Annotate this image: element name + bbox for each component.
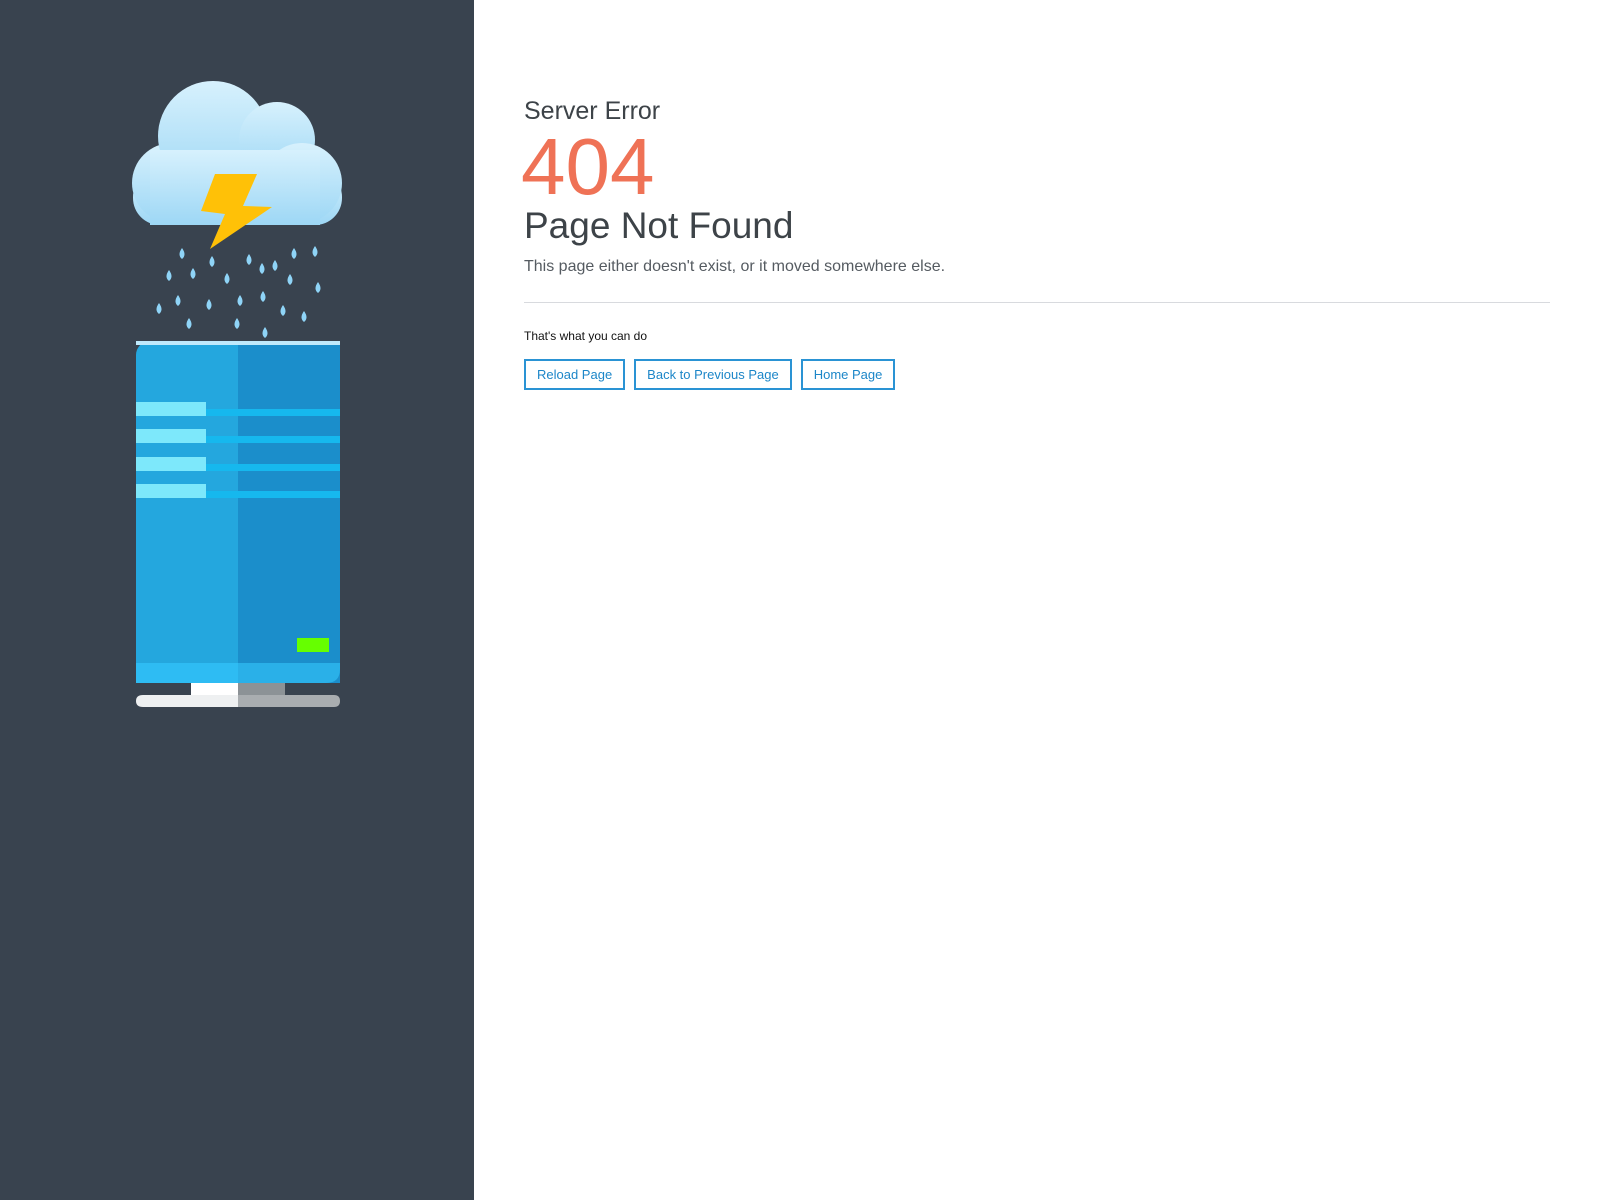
- raindrop-icon: [260, 291, 266, 302]
- error-message: This page either doesn't exist, or it mo…: [524, 258, 946, 275]
- raindrop-icon: [209, 256, 215, 267]
- home-page-button[interactable]: Home Page: [800, 359, 896, 390]
- raindrop-icon: [312, 246, 318, 257]
- raindrop-icon: [259, 263, 265, 274]
- raindrop-icon: [287, 274, 293, 285]
- server-error-illustration: [132, 81, 342, 707]
- reload-page-button[interactable]: Reload Page: [524, 359, 626, 390]
- server-tower-icon: [136, 341, 340, 707]
- raindrop-icon: [156, 303, 162, 314]
- raindrop-icon: [179, 248, 185, 259]
- raindrop-icon: [166, 270, 172, 281]
- raindrops: [156, 246, 321, 338]
- main-content: Server Error 404 Page Not Found This pag…: [521, 0, 1550, 1200]
- page-title: Page Not Found: [524, 205, 794, 246]
- raindrop-icon: [175, 295, 181, 306]
- raindrop-icon: [262, 327, 268, 338]
- back-to-previous-page-button[interactable]: Back to Previous Page: [634, 359, 792, 390]
- action-buttons: Reload Page Back to Previous Page Home P…: [524, 359, 896, 391]
- error-page: Server Error 404 Page Not Found This pag…: [0, 0, 1600, 1200]
- raindrop-icon: [206, 299, 212, 310]
- raindrop-icon: [190, 268, 196, 279]
- raindrop-icon: [186, 318, 192, 329]
- raindrop-icon: [315, 282, 321, 293]
- raindrop-icon: [291, 248, 297, 259]
- status-led-icon: [297, 638, 329, 652]
- error-code: 404: [521, 122, 655, 211]
- actions-heading: That's what you can do: [524, 329, 648, 343]
- raindrop-icon: [234, 318, 240, 329]
- raindrop-icon: [224, 273, 230, 284]
- raindrop-icon: [301, 311, 307, 322]
- illustration-panel: [0, 0, 474, 1200]
- divider: [524, 302, 1550, 303]
- raindrop-icon: [237, 295, 243, 306]
- raindrop-icon: [272, 260, 278, 271]
- raindrop-icon: [246, 254, 252, 265]
- raindrop-icon: [280, 305, 286, 316]
